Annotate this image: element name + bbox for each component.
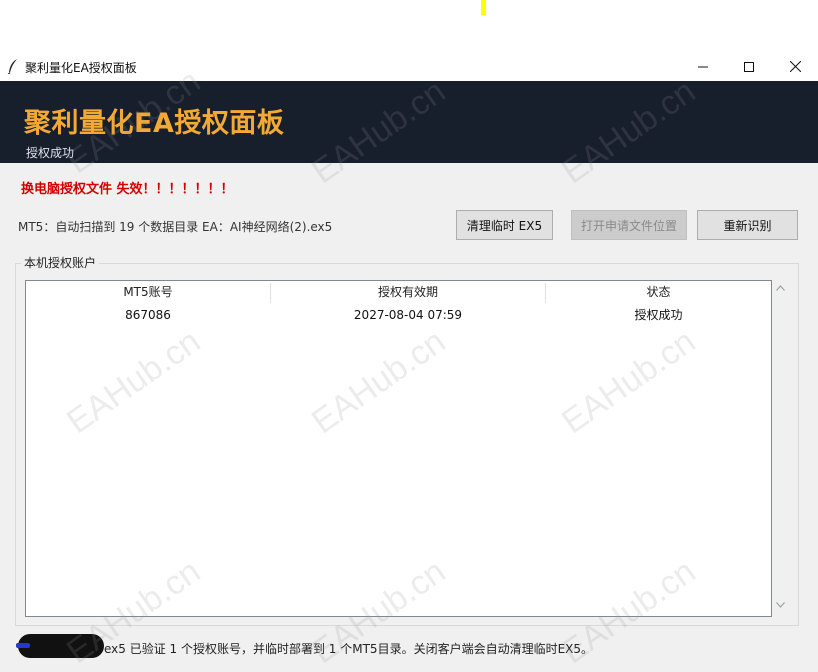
minimize-icon bbox=[698, 66, 708, 67]
feather-icon bbox=[7, 59, 17, 74]
chevron-down-icon[interactable] bbox=[776, 602, 785, 608]
minimize-button[interactable] bbox=[680, 52, 726, 81]
cell-status: 授权成功 bbox=[634, 308, 683, 322]
column-header-status[interactable]: 状态 bbox=[546, 281, 771, 304]
maximize-button[interactable] bbox=[726, 52, 772, 81]
footer-status: ex5 已验证 1 个授权账号，并临时部署到 1 个MT5目录。关闭客户端会自动… bbox=[104, 642, 594, 656]
redaction-mark bbox=[18, 634, 104, 658]
chevron-up-icon[interactable] bbox=[776, 285, 785, 291]
cell-account: 867086 bbox=[125, 308, 171, 322]
clean-temp-ex5-button[interactable]: 清理临时 EX5 bbox=[456, 210, 553, 240]
redaction-mark-accent bbox=[16, 643, 30, 648]
close-button[interactable] bbox=[772, 52, 818, 81]
maximize-icon bbox=[744, 61, 754, 72]
accounts-group-label: 本机授权账户 bbox=[21, 254, 100, 271]
header-status: 授权成功 bbox=[26, 146, 75, 160]
header-banner: 聚利量化EA授权面板 授权成功 bbox=[0, 81, 818, 163]
column-header-account[interactable]: MT5账号 bbox=[26, 281, 270, 304]
title-bar[interactable]: 聚利量化EA授权面板 bbox=[0, 52, 818, 81]
column-header-expiry[interactable]: 授权有效期 bbox=[271, 281, 545, 304]
close-icon bbox=[789, 61, 801, 72]
table-scrollbar[interactable] bbox=[772, 280, 789, 617]
open-request-file-location-button[interactable]: 打开申请文件位置 bbox=[571, 210, 687, 240]
header-title: 聚利量化EA授权面板 bbox=[24, 108, 285, 139]
top-marker bbox=[481, 0, 486, 15]
cell-expiry: 2027-08-04 07:59 bbox=[353, 308, 463, 322]
app-window: 聚利量化EA授权面板 聚利量化EA授权面板 授权成功 换电脑授权文件 失效！！！… bbox=[0, 52, 818, 672]
window-title: 聚利量化EA授权面板 bbox=[25, 61, 137, 75]
accounts-table[interactable]: MT5账号 授权有效期 状态 867086 2027-08-04 07:59 授… bbox=[25, 280, 772, 617]
warning-message: 换电脑授权文件 失效！！！！！！！ bbox=[21, 182, 234, 197]
rescan-button[interactable]: 重新识别 bbox=[697, 210, 798, 240]
scan-info: MT5：自动扫描到 19 个数据目录 EA：AI神经网络(2).ex5 bbox=[18, 220, 333, 234]
